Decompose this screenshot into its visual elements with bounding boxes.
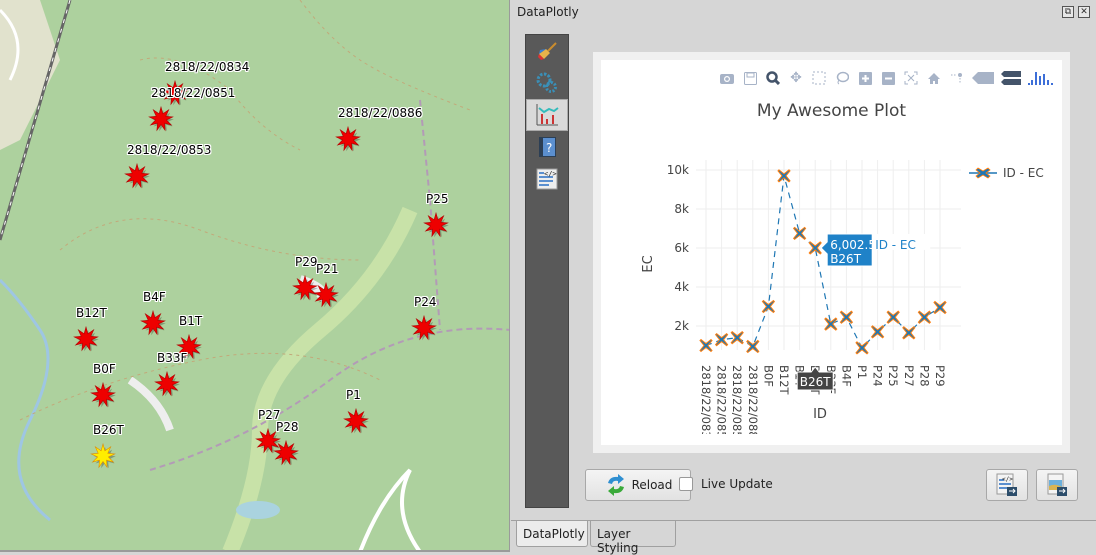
map-feature-label: 2818/22/0851: [151, 86, 236, 100]
x-axis-title: ID: [813, 407, 827, 422]
reload-icon: [607, 474, 624, 496]
reload-button[interactable]: Reload: [585, 469, 691, 501]
hover-category: B26T: [830, 252, 862, 266]
export-image-icon: [1047, 473, 1067, 496]
x-tick-label: P25: [886, 365, 900, 387]
reload-label: Reload: [631, 478, 673, 492]
map-feature-label: B33F: [157, 351, 188, 365]
svg-text:</>: </>: [544, 170, 557, 178]
map-feature-label: 2818/22/0886: [338, 106, 423, 120]
x-hover-label: B26T: [800, 375, 832, 389]
star-marker-icon: [343, 408, 369, 434]
tab-layer-styling[interactable]: Layer Styling: [590, 521, 676, 555]
map-feature-label: 2818/22/0853: [127, 143, 212, 157]
star-marker-icon: [273, 440, 299, 466]
star-marker-icon: [148, 106, 174, 132]
x-tick-label: B12T: [777, 365, 791, 396]
y-tick-label: 4k: [674, 280, 689, 294]
star-marker-icon: [313, 282, 339, 308]
html-code-icon: </>: [536, 168, 558, 190]
x-tick-label: B4F: [839, 365, 853, 387]
y-axis-title: EC: [641, 255, 656, 272]
star-marker-icon: [423, 212, 449, 238]
map-feature-label: B12T: [76, 306, 107, 320]
map-feature-label: P24: [414, 295, 437, 309]
help-book-icon: ?: [539, 137, 556, 157]
x-tick-label: 2818/22/0853: [730, 365, 744, 445]
plot-sidebar: ? </>: [525, 34, 569, 508]
sidebar-item-raw[interactable]: </>: [526, 163, 568, 195]
x-label-clip: [601, 434, 1062, 445]
y-tick-label: 6k: [674, 241, 689, 255]
map-feature-label: B26T: [93, 423, 124, 437]
chart-svg: 2k4k6k8k10kECID2818/22/0834 2818/22/0851 2…: [601, 160, 1062, 445]
float-panel-icon[interactable]: ⧉: [1062, 6, 1074, 18]
map-feature-label: B0F: [93, 362, 116, 376]
dataplotly-panel: DataPlotly ⧉ ✕ ? </> ✥ My Awesome Plot 2…: [511, 0, 1096, 555]
settings-gears-icon: [536, 72, 557, 93]
chart-legend[interactable]: ID - EC: [969, 166, 1044, 180]
sidebar-item-plot[interactable]: [526, 99, 568, 131]
panel-title: DataPlotly: [517, 5, 579, 19]
live-update-checkbox[interactable]: [679, 477, 693, 491]
x-tick-label: P24: [871, 365, 885, 387]
y-tick-label: 2k: [674, 319, 689, 333]
svg-text:</>: </>: [1002, 476, 1013, 483]
star-marker-icon: [140, 310, 166, 336]
star-marker-icon: [90, 382, 116, 408]
legend-symbol: [969, 167, 997, 179]
x-tick-label: 2818/22/0834: [699, 365, 713, 445]
hover-value: 6,002.5: [830, 238, 876, 252]
layer-styling-icon: [538, 42, 557, 60]
legend-label: ID - EC: [1003, 166, 1044, 180]
star-marker-icon: [154, 371, 180, 397]
map-feature-label: P25: [426, 192, 449, 206]
x-tick-label: 2818/22/0886: [746, 365, 760, 445]
map-feature-label: B4F: [143, 290, 166, 304]
live-update-label[interactable]: Live Update: [701, 477, 773, 491]
plotly-plot[interactable]: ✥ My Awesome Plot 2k 4k 6k 8k 10k EC ID 2818/22…: [601, 60, 1062, 445]
svg-text:?: ?: [546, 141, 552, 155]
star-marker-icon: [411, 315, 437, 341]
map-feature-label: P21: [316, 262, 339, 276]
selected-star-icon: [90, 443, 116, 469]
sidebar-item-properties[interactable]: [526, 35, 568, 67]
plot-view: ✥ My Awesome Plot 2k 4k 6k 8k 10k EC ID 2818/22…: [593, 52, 1070, 453]
map-background: [0, 0, 509, 550]
x-tick-label: P29: [933, 365, 947, 387]
map-feature-label: B1T: [179, 314, 203, 328]
export-html-button[interactable]: </>: [986, 469, 1028, 501]
tab-dataplotly[interactable]: DataPlotly: [516, 521, 588, 547]
map-feature-label: 2818/22/0834: [165, 60, 250, 74]
sidebar-item-settings[interactable]: [526, 67, 568, 99]
map-feature-label: P1: [346, 388, 361, 402]
x-tick-label: 2818/22/0851: [715, 365, 729, 445]
y-tick-label: 8k: [674, 202, 689, 216]
sidebar-item-help[interactable]: ?: [526, 131, 568, 163]
x-tick-label: P28: [917, 365, 931, 387]
plot-chart-icon: [536, 104, 559, 126]
star-marker-icon: [124, 163, 150, 189]
x-tick-label: P27: [902, 365, 916, 387]
star-marker-icon: [73, 326, 99, 352]
close-panel-icon[interactable]: ✕: [1078, 6, 1090, 18]
map-feature-label: P29: [295, 255, 318, 269]
star-marker-icon: [335, 126, 361, 152]
export-html-icon: </>: [996, 473, 1017, 496]
export-image-button[interactable]: [1036, 469, 1078, 501]
x-tick-label: P1: [855, 365, 869, 379]
series-line: [705, 175, 941, 349]
map-feature-label: P28: [276, 420, 299, 434]
y-tick-label: 10k: [667, 163, 689, 177]
hover-series-name: ID - EC: [875, 238, 916, 252]
x-tick-label: B0F: [761, 365, 775, 387]
map-canvas[interactable]: 2818/22/0834 2818/22/0851 2818/22/0886 2…: [0, 0, 510, 552]
